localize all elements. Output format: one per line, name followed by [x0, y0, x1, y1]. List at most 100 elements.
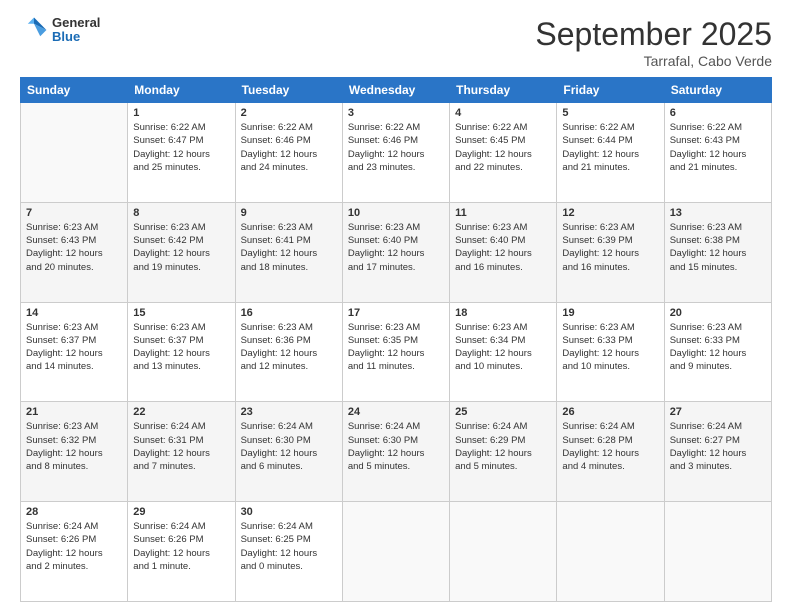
table-row: 19 Sunrise: 6:23 AMSunset: 6:33 PMDayligh…: [557, 302, 664, 402]
day-number: 8: [133, 207, 229, 219]
day-info: Sunrise: 6:23 AMSunset: 6:33 PMDaylight:…: [670, 321, 766, 374]
table-row: 6Sunrise: 6:22 AMSunset: 6:43 PMDaylight…: [664, 103, 771, 203]
day-number: 18: [455, 307, 551, 319]
day-info: Sunrise: 6:23 AMSunset: 6:37 PMDaylight:…: [133, 321, 229, 374]
day-number: 19: [562, 307, 658, 319]
table-row: 11Sunrise: 6:23 AMSunset: 6:40 PMDayligh…: [450, 202, 557, 302]
day-info: Sunrise: 6:22 AMSunset: 6:46 PMDaylight:…: [241, 121, 337, 174]
day-number: 13: [670, 207, 766, 219]
table-row: 5Sunrise: 6:22 AMSunset: 6:44 PMDaylight…: [557, 103, 664, 203]
day-number: 3: [348, 107, 444, 119]
calendar-week-row: 7Sunrise: 6:23 AMSunset: 6:43 PMDaylight…: [21, 202, 772, 302]
day-number: 15: [133, 307, 229, 319]
col-sunday: Sunday: [21, 78, 128, 103]
table-row: 10Sunrise: 6:23 AMSunset: 6:40 PMDayligh…: [342, 202, 449, 302]
day-number: 16: [241, 307, 337, 319]
day-number: 27: [670, 406, 766, 418]
table-row: 7Sunrise: 6:23 AMSunset: 6:43 PMDaylight…: [21, 202, 128, 302]
day-number: 30: [241, 506, 337, 518]
day-number: 9: [241, 207, 337, 219]
calendar-week-row: 21 Sunrise: 6:23 AMSunset: 6:32 PMDayligh…: [21, 402, 772, 502]
day-number: 26: [562, 406, 658, 418]
day-info: Sunrise: 6:23 AMSunset: 6:36 PMDaylight:…: [241, 321, 337, 374]
table-row: 23Sunrise: 6:24 AMSunset: 6:30 PMDayligh…: [235, 402, 342, 502]
table-row: 26Sunrise: 6:24 AMSunset: 6:28 PMDayligh…: [557, 402, 664, 502]
day-info: Sunrise: 6:23 AMSunset: 6:35 PMDaylight:…: [348, 321, 444, 374]
col-friday: Friday: [557, 78, 664, 103]
table-row: 1Sunrise: 6:22 AMSunset: 6:47 PMDaylight…: [128, 103, 235, 203]
day-number: 22: [133, 406, 229, 418]
page: General Blue September 2025 Tarrafal, Ca…: [0, 0, 792, 612]
col-monday: Monday: [128, 78, 235, 103]
day-number: 14: [26, 307, 122, 319]
logo-blue-text: Blue: [52, 30, 100, 44]
calendar-table: Sunday Monday Tuesday Wednesday Thursday…: [20, 77, 772, 602]
day-info: Sunrise: 6:23 AMSunset: 6:40 PMDaylight:…: [455, 221, 551, 274]
day-info: Sunrise: 6:24 AMSunset: 6:30 PMDaylight:…: [348, 420, 444, 473]
table-row: 4 Sunrise: 6:22 AMSunset: 6:45 PMDaylight…: [450, 103, 557, 203]
col-thursday: Thursday: [450, 78, 557, 103]
table-row: 20 Sunrise: 6:23 AMSunset: 6:33 PMDayligh…: [664, 302, 771, 402]
day-info: Sunrise: 6:24 AMSunset: 6:30 PMDaylight:…: [241, 420, 337, 473]
table-row: [450, 502, 557, 602]
table-row: [557, 502, 664, 602]
day-info: Sunrise: 6:23 AMSunset: 6:32 PMDaylight:…: [26, 420, 122, 473]
day-number: 7: [26, 207, 122, 219]
table-row: 15 Sunrise: 6:23 AMSunset: 6:37 PMDayligh…: [128, 302, 235, 402]
day-info: Sunrise: 6:24 AMSunset: 6:26 PMDaylight:…: [133, 520, 229, 573]
day-info: Sunrise: 6:23 AMSunset: 6:33 PMDaylight:…: [562, 321, 658, 374]
table-row: [664, 502, 771, 602]
table-row: 21 Sunrise: 6:23 AMSunset: 6:32 PMDayligh…: [21, 402, 128, 502]
day-number: 12: [562, 207, 658, 219]
day-info: Sunrise: 6:23 AMSunset: 6:39 PMDaylight:…: [562, 221, 658, 274]
table-row: 14 Sunrise: 6:23 AMSunset: 6:37 PMDayligh…: [21, 302, 128, 402]
table-row: 25 Sunrise: 6:24 AMSunset: 6:29 PMDayligh…: [450, 402, 557, 502]
day-number: 28: [26, 506, 122, 518]
table-row: 28 Sunrise: 6:24 AMSunset: 6:26 PMDayligh…: [21, 502, 128, 602]
table-row: 13 Sunrise: 6:23 AMSunset: 6:38 PMDayligh…: [664, 202, 771, 302]
day-info: Sunrise: 6:22 AMSunset: 6:47 PMDaylight:…: [133, 121, 229, 174]
table-row: 27 Sunrise: 6:24 AMSunset: 6:27 PMDayligh…: [664, 402, 771, 502]
day-info: Sunrise: 6:24 AMSunset: 6:29 PMDaylight:…: [455, 420, 551, 473]
table-row: 17Sunrise: 6:23 AMSunset: 6:35 PMDayligh…: [342, 302, 449, 402]
table-row: [342, 502, 449, 602]
col-wednesday: Wednesday: [342, 78, 449, 103]
day-number: 6: [670, 107, 766, 119]
day-number: 21: [26, 406, 122, 418]
table-row: 24 Sunrise: 6:24 AMSunset: 6:30 PMDayligh…: [342, 402, 449, 502]
table-row: 22 Sunrise: 6:24 AMSunset: 6:31 PMDayligh…: [128, 402, 235, 502]
day-info: Sunrise: 6:24 AMSunset: 6:27 PMDaylight:…: [670, 420, 766, 473]
day-info: Sunrise: 6:22 AMSunset: 6:45 PMDaylight:…: [455, 121, 551, 174]
day-number: 25: [455, 406, 551, 418]
calendar-week-row: 28 Sunrise: 6:24 AMSunset: 6:26 PMDayligh…: [21, 502, 772, 602]
logo: General Blue: [20, 16, 100, 45]
day-number: 20: [670, 307, 766, 319]
day-number: 2: [241, 107, 337, 119]
logo-text: General Blue: [52, 16, 100, 45]
day-info: Sunrise: 6:23 AMSunset: 6:38 PMDaylight:…: [670, 221, 766, 274]
day-number: 24: [348, 406, 444, 418]
table-row: 9Sunrise: 6:23 AMSunset: 6:41 PMDaylight…: [235, 202, 342, 302]
calendar-subtitle: Tarrafal, Cabo Verde: [535, 53, 772, 69]
day-info: Sunrise: 6:23 AMSunset: 6:34 PMDaylight:…: [455, 321, 551, 374]
day-info: Sunrise: 6:22 AMSunset: 6:44 PMDaylight:…: [562, 121, 658, 174]
day-info: Sunrise: 6:23 AMSunset: 6:37 PMDaylight:…: [26, 321, 122, 374]
col-tuesday: Tuesday: [235, 78, 342, 103]
table-row: 8 Sunrise: 6:23 AMSunset: 6:42 PMDaylight…: [128, 202, 235, 302]
logo-icon: [20, 16, 48, 44]
day-info: Sunrise: 6:24 AMSunset: 6:25 PMDaylight:…: [241, 520, 337, 573]
day-info: Sunrise: 6:23 AMSunset: 6:42 PMDaylight:…: [133, 221, 229, 274]
col-saturday: Saturday: [664, 78, 771, 103]
calendar-title: September 2025: [535, 16, 772, 53]
table-row: 16 Sunrise: 6:23 AMSunset: 6:36 PMDayligh…: [235, 302, 342, 402]
calendar-week-row: 14 Sunrise: 6:23 AMSunset: 6:37 PMDayligh…: [21, 302, 772, 402]
calendar-header-row: Sunday Monday Tuesday Wednesday Thursday…: [21, 78, 772, 103]
day-number: 29: [133, 506, 229, 518]
day-info: Sunrise: 6:24 AMSunset: 6:31 PMDaylight:…: [133, 420, 229, 473]
table-row: 18 Sunrise: 6:23 AMSunset: 6:34 PMDayligh…: [450, 302, 557, 402]
table-row: 29 Sunrise: 6:24 AMSunset: 6:26 PMDayligh…: [128, 502, 235, 602]
table-row: 12 Sunrise: 6:23 AMSunset: 6:39 PMDayligh…: [557, 202, 664, 302]
day-number: 10: [348, 207, 444, 219]
day-info: Sunrise: 6:24 AMSunset: 6:26 PMDaylight:…: [26, 520, 122, 573]
day-number: 4: [455, 107, 551, 119]
